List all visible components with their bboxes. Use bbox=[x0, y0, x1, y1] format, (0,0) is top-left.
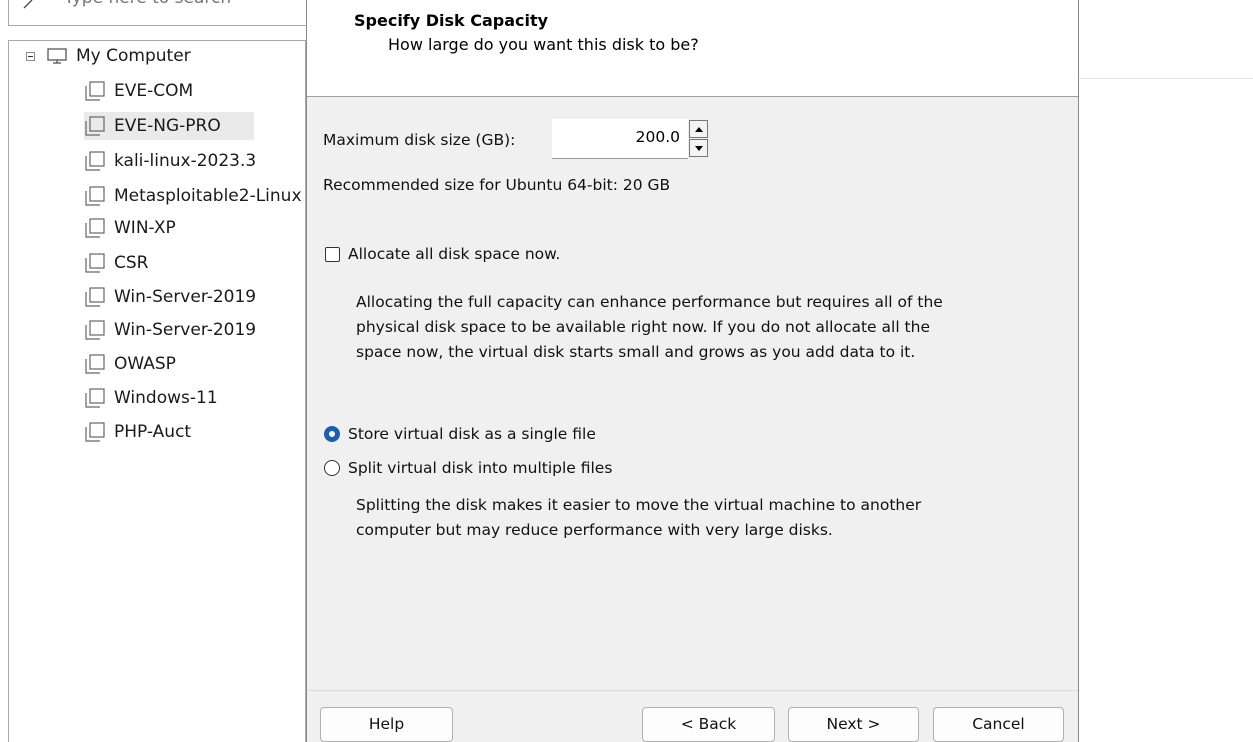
vm-icon bbox=[85, 253, 105, 273]
tree-item-vm[interactable]: kali-linux-2023.3 bbox=[84, 146, 308, 176]
search-icon bbox=[23, 0, 33, 9]
spin-up-button[interactable] bbox=[689, 120, 708, 138]
tree-root-my-computer[interactable]: My Computer bbox=[26, 45, 191, 67]
library-panel: Type here to search My Computer EVE-COM … bbox=[0, 0, 308, 742]
allocate-description-line: Allocating the full capacity can enhance… bbox=[356, 293, 943, 311]
split-files-label[interactable]: Split virtual disk into multiple files bbox=[348, 459, 612, 477]
tree-item-vm[interactable]: Win-Server-2019 bbox=[84, 315, 308, 345]
allocate-all-label[interactable]: Allocate all disk space now. bbox=[348, 245, 560, 263]
new-vm-wizard-dialog: Specify Disk Capacity How large do you w… bbox=[306, 0, 1079, 742]
collapse-icon[interactable] bbox=[26, 51, 35, 61]
background-divider bbox=[1079, 78, 1253, 79]
arrow-down-icon bbox=[695, 146, 703, 151]
vm-icon bbox=[85, 354, 105, 374]
tree-item-label: WIN-XP bbox=[114, 218, 176, 238]
tree-item-vm[interactable]: EVE-COM bbox=[84, 76, 308, 106]
tree-item-label: kali-linux-2023.3 bbox=[114, 151, 257, 171]
vm-icon bbox=[85, 320, 105, 340]
single-file-radio[interactable] bbox=[324, 426, 340, 442]
tree-item-vm[interactable]: Win-Server-2019 bbox=[84, 282, 308, 312]
split-description-line: Splitting the disk makes it easier to mo… bbox=[356, 496, 922, 514]
tree-root-label: My Computer bbox=[76, 46, 191, 66]
tree-item-label: OWASP bbox=[114, 354, 176, 374]
vm-icon bbox=[85, 186, 105, 206]
split-description-line: computer but may reduce performance with… bbox=[356, 521, 833, 539]
vm-icon bbox=[85, 218, 105, 238]
vm-icon bbox=[85, 422, 105, 442]
tree-item-label: CSR bbox=[114, 253, 149, 273]
vm-icon bbox=[85, 151, 105, 171]
allocate-description-line: space now, the virtual disk starts small… bbox=[356, 343, 916, 361]
tree-item-label: Win-Server-2019 bbox=[114, 320, 257, 340]
tree-item-vm[interactable]: CSR bbox=[84, 248, 308, 278]
recommended-size-text: Recommended size for Ubuntu 64-bit: 20 G… bbox=[323, 176, 671, 194]
vm-icon bbox=[85, 388, 105, 408]
vm-icon bbox=[85, 81, 105, 101]
page-title: Specify Disk Capacity bbox=[354, 11, 549, 30]
tree-item-vm[interactable]: Metasploitable2-Linux bbox=[84, 181, 308, 211]
tree-item-vm[interactable]: WIN-XP bbox=[84, 213, 308, 243]
spin-down-button[interactable] bbox=[689, 139, 708, 157]
arrow-up-icon bbox=[695, 127, 703, 132]
disk-size-input[interactable] bbox=[552, 119, 688, 159]
tree-item-label: EVE-NG-PRO bbox=[114, 116, 221, 136]
allocate-all-checkbox[interactable] bbox=[325, 247, 340, 262]
split-files-radio[interactable] bbox=[324, 460, 340, 476]
computer-icon bbox=[47, 48, 67, 64]
dialog-header: Specify Disk Capacity How large do you w… bbox=[307, 0, 1078, 97]
tree-item-label: Win-Server-2019 bbox=[114, 287, 257, 307]
tree-item-label: Metasploitable2-Linux bbox=[114, 186, 302, 206]
help-button[interactable]: Help bbox=[320, 707, 453, 742]
tree-item-vm[interactable]: OWASP bbox=[84, 349, 308, 379]
single-file-label[interactable]: Store virtual disk as a single file bbox=[348, 425, 596, 443]
tree-item-vm[interactable]: PHP-Auct bbox=[84, 417, 308, 447]
vm-icon bbox=[85, 116, 105, 136]
search-input-placeholder[interactable]: Type here to search bbox=[64, 0, 231, 8]
vm-icon bbox=[85, 287, 105, 307]
tree-item-label: EVE-COM bbox=[114, 81, 194, 101]
next-button[interactable]: Next > bbox=[788, 707, 919, 742]
footer-divider bbox=[307, 690, 1078, 691]
tree-item-vm[interactable]: Windows-11 bbox=[84, 383, 308, 413]
page-subtitle: How large do you want this disk to be? bbox=[388, 35, 699, 54]
cancel-button[interactable]: Cancel bbox=[933, 707, 1064, 742]
disk-size-label: Maximum disk size (GB): bbox=[323, 131, 516, 149]
allocate-description-line: physical disk space to be available righ… bbox=[356, 318, 930, 336]
tree-item-label: PHP-Auct bbox=[114, 422, 192, 442]
tree-item-vm[interactable]: EVE-NG-PRO bbox=[84, 111, 308, 141]
back-button[interactable]: < Back bbox=[642, 707, 775, 742]
tree-item-label: Windows-11 bbox=[114, 388, 218, 408]
